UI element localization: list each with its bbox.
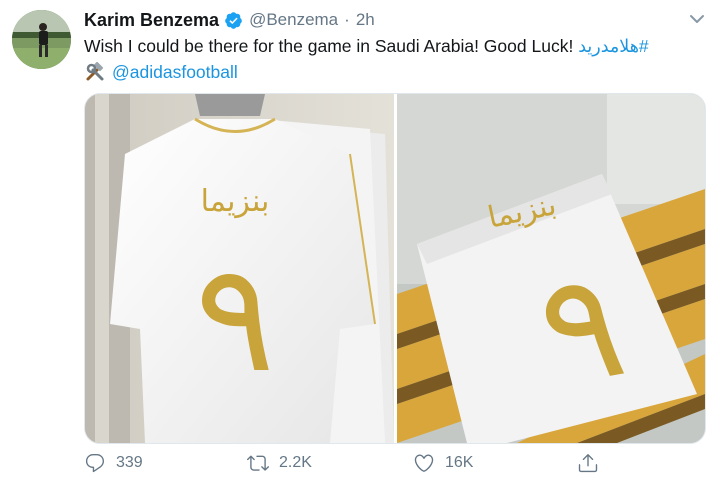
like-count: 16K bbox=[445, 454, 474, 471]
retweet-icon bbox=[247, 455, 269, 471]
separator-dot: · bbox=[344, 10, 350, 29]
verified-badge-icon bbox=[224, 11, 243, 30]
hashtag-link[interactable]: #هلامدريد bbox=[578, 36, 648, 56]
photo-jersey-bench[interactable]: بنزيما ٩ bbox=[397, 94, 705, 443]
mention-link[interactable]: @adidasfootball bbox=[112, 62, 238, 83]
author-name[interactable]: Karim Benzema bbox=[84, 10, 219, 31]
photo-jerseys-hanging[interactable]: بنزيما ٩ bbox=[85, 94, 394, 443]
reply-icon bbox=[85, 454, 105, 473]
reply-count: 339 bbox=[116, 454, 143, 471]
tweet-text-line2: @adidasfootball bbox=[84, 61, 238, 83]
share-icon bbox=[578, 454, 598, 473]
jersey-number-right: ٩ bbox=[527, 236, 637, 422]
chevron-down-icon[interactable] bbox=[688, 10, 706, 28]
retweet-count: 2.2K bbox=[279, 454, 312, 471]
jersey-name-left: بنزيما bbox=[200, 184, 270, 219]
retweet-button[interactable]: 2.2K bbox=[247, 452, 312, 474]
reply-button[interactable]: 339 bbox=[84, 452, 143, 474]
tweet-header: Karim Benzema @Benzema · 2h bbox=[84, 8, 375, 32]
hammer-and-wrench-emoji-icon bbox=[84, 61, 106, 83]
tweet-actions: 339 2.2K 16K bbox=[84, 452, 704, 482]
author-handle[interactable]: @Benzema bbox=[249, 10, 338, 30]
tweet-text: Wish I could be there for the game in Sa… bbox=[84, 36, 649, 57]
heart-icon bbox=[414, 454, 434, 472]
share-button[interactable] bbox=[577, 452, 609, 474]
jersey-number-left: ٩ bbox=[194, 232, 276, 406]
author-avatar[interactable] bbox=[12, 10, 71, 69]
tweet-text-line1: Wish I could be there for the game in Sa… bbox=[84, 36, 574, 56]
tweet-media[interactable]: بنزيما ٩ بنزيما ٩ bbox=[84, 93, 706, 444]
tweet-timestamp[interactable]: 2h bbox=[356, 10, 375, 30]
like-button[interactable]: 16K bbox=[413, 452, 473, 474]
